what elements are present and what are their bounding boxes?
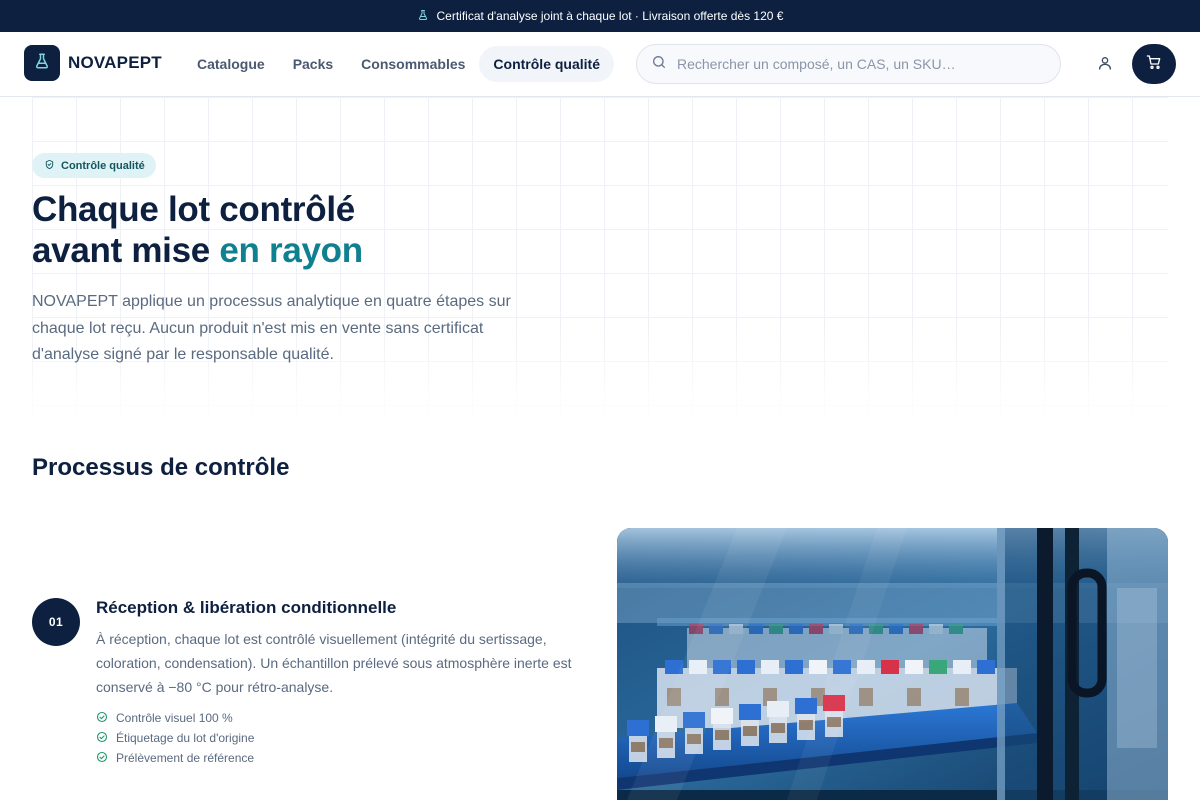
title-line-1: Chaque lot contrôlé [32, 190, 355, 229]
flask-icon [417, 9, 429, 24]
nav-item-catalogue[interactable]: Catalogue [183, 46, 279, 82]
hero-badge-label: Contrôle qualité [61, 159, 145, 172]
nav-item-consommables[interactable]: Consommables [347, 46, 479, 82]
search-input[interactable] [677, 56, 1047, 72]
hero-lead: NOVAPEPT applique un processus analytiqu… [32, 293, 511, 363]
check-item: Contrôle visuel 100 % [96, 708, 254, 728]
check-item: Étiquetage du lot d'origine [96, 728, 254, 748]
announcement-text: Certificat d'analyse joint à chaque lot … [436, 9, 784, 23]
check-item-label: Étiquetage du lot d'origine [116, 731, 255, 745]
brand-logo[interactable] [24, 45, 60, 81]
user-icon [1097, 55, 1113, 76]
search-bar[interactable] [636, 44, 1061, 84]
site-header: NOVAPEPT Catalogue Packs Consommables Co… [0, 32, 1200, 97]
hero-badge: Contrôle qualité [32, 153, 156, 178]
freezer-vials-photo [617, 528, 1168, 800]
shield-icon [44, 159, 55, 173]
check-circle-icon [96, 731, 108, 746]
check-circle-icon [96, 711, 108, 726]
title-line-2-accent: en rayon [219, 231, 363, 270]
step-title: Réception & libération conditionnelle [96, 598, 397, 617]
section-title: Processus de contrôle [32, 454, 290, 481]
search-icon [651, 54, 667, 75]
account-button[interactable] [1094, 54, 1116, 76]
step-checklist: Contrôle visuel 100 % Étiquetage du lot … [96, 708, 254, 768]
nav-item-packs[interactable]: Packs [279, 46, 347, 82]
check-item-label: Contrôle visuel 100 % [116, 711, 233, 725]
cart-icon [1146, 54, 1162, 75]
step-description: À réception, chaque lot est contrôlé vis… [96, 631, 572, 695]
step-number: 01 [32, 598, 80, 646]
check-item-label: Prélèvement de référence [116, 751, 255, 765]
announcement-bar: Certificat d'analyse joint à chaque lot … [0, 0, 1200, 32]
cart-button[interactable] [1132, 44, 1176, 84]
check-item: Prélèvement de référence [96, 748, 254, 768]
nav-item-controle-qualite[interactable]: Contrôle qualité [479, 46, 614, 82]
page-title: Chaque lot contrôlé avant mise en rayon [32, 189, 363, 271]
title-line-2-prefix: avant mise [32, 231, 220, 270]
brand-name[interactable]: NOVAPEPT [68, 53, 162, 73]
main-nav: Catalogue Packs Consommables Contrôle qu… [183, 46, 614, 82]
flask-icon [33, 52, 51, 75]
check-circle-icon [96, 751, 108, 766]
